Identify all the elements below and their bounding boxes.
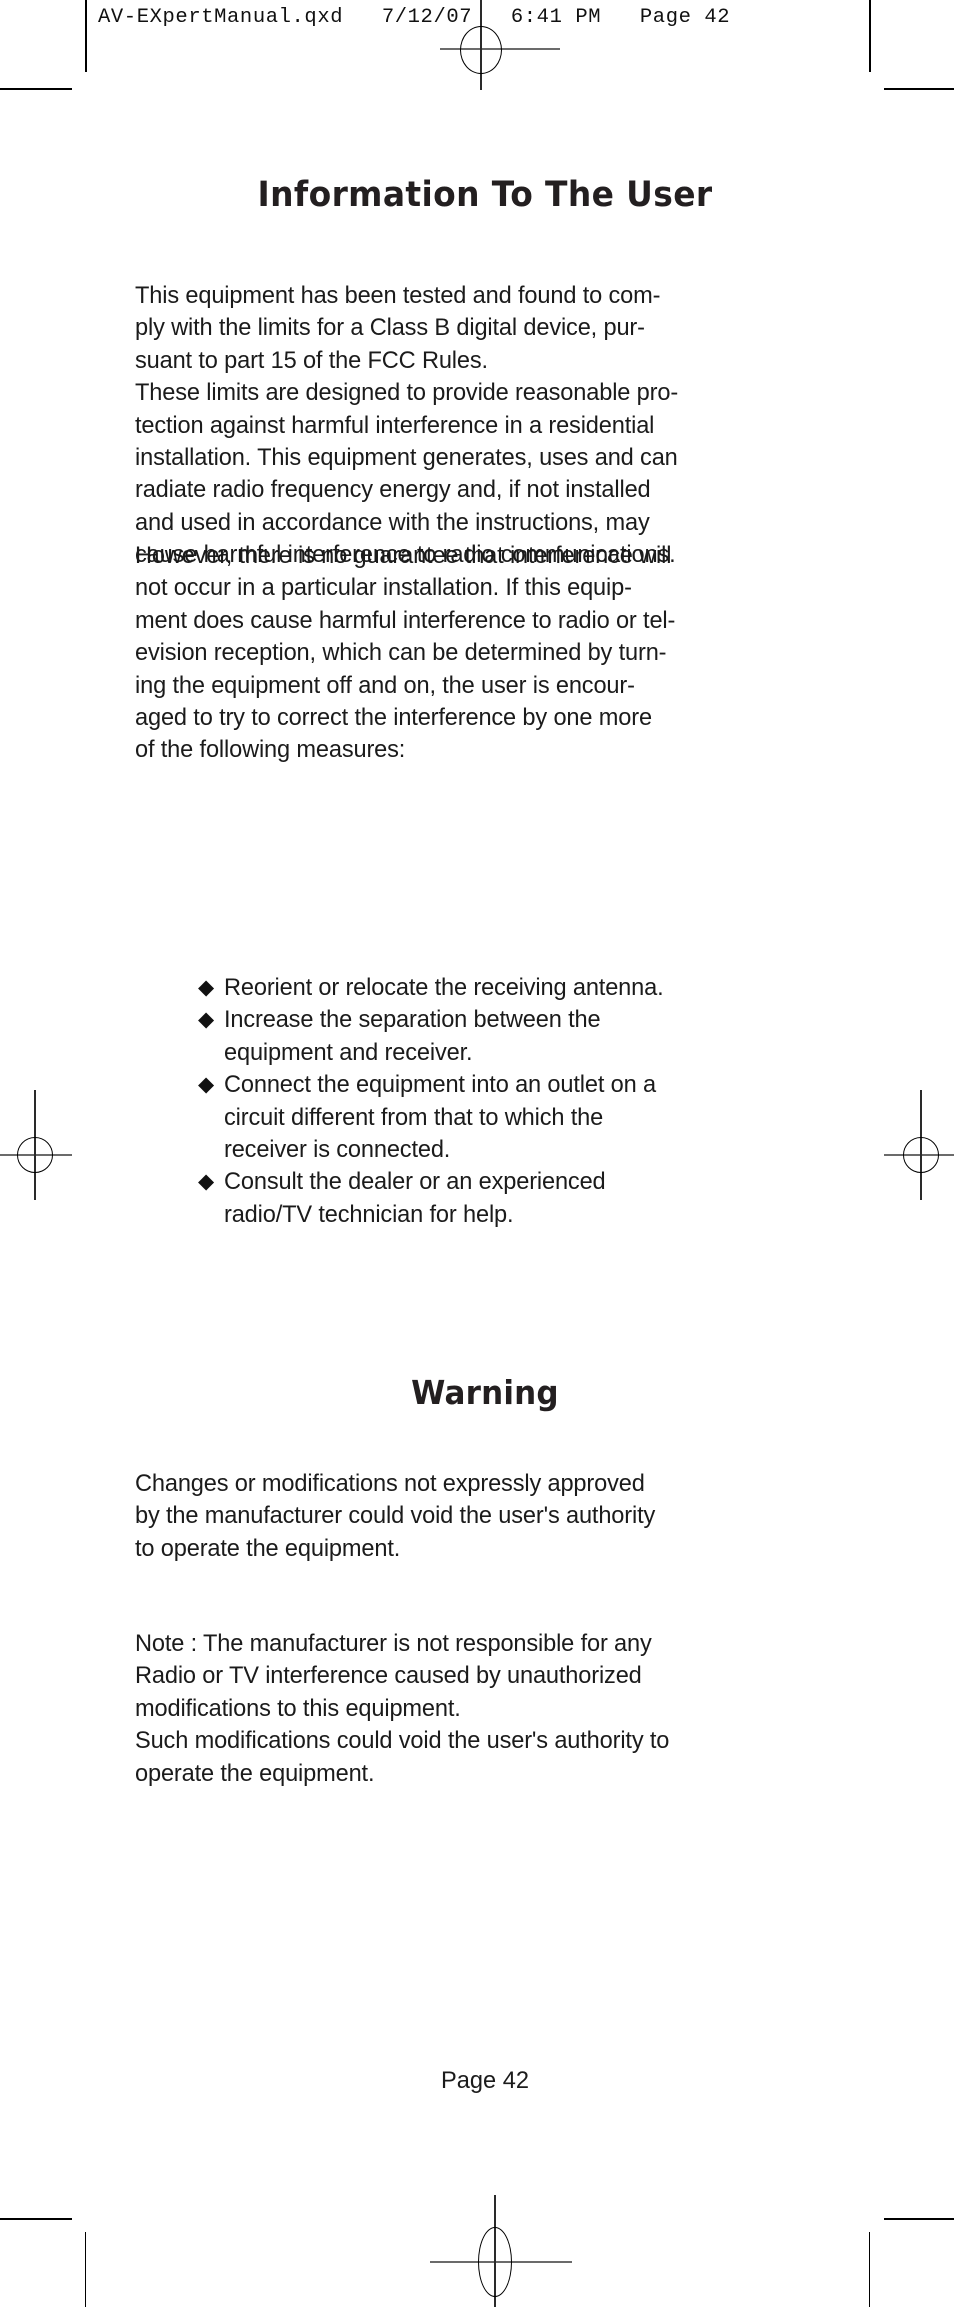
crop-mark-bottom-right-horizontal [884,2218,954,2220]
warning-heading: Warning [411,1373,559,1412]
page-number-footer: Page 42 [441,2068,529,2094]
page-title: Information To The User [257,175,713,215]
list-item-label: Connect the equipment into an outlet on … [224,1072,656,1164]
paragraph-no-guarantee: However, there is no guarantee that inte… [135,543,676,764]
list-item-label: Consult the dealer or an experienced rad… [224,1169,606,1228]
crop-mark-bottom-left-horizontal [0,2218,72,2220]
list-item: ◆ Connect the equipment into an outlet o… [198,1069,838,1166]
diamond-bullet-icon: ◆ [198,976,214,999]
diamond-bullet-icon: ◆ [198,1073,214,1097]
corrective-measures-list: ◆ Reorient or relocate the receiving ant… [198,972,838,1231]
registration-mark-right-icon [870,1090,954,1200]
paragraph-changes-modifications: Changes or modifications not expressly a… [135,1471,656,1562]
list-item-label: Increase the separation between the equi… [224,1007,601,1066]
list-item: ◆ Reorient or relocate the receiving ant… [198,972,838,1004]
list-item-label: Reorient or relocate the receiving anten… [224,975,664,1001]
list-item: ◆ Increase the separation between the eq… [198,1004,838,1069]
registration-mark-left-icon [0,1090,110,1200]
crop-mark-top-left-horizontal [0,88,72,90]
paragraph-fcc-intro: This equipment has been tested and found… [135,283,679,569]
diamond-bullet-icon: ◆ [198,1008,214,1032]
registration-mark-bottom-icon [420,2195,580,2307]
paragraph-note: Note : The manufacturer is not responsib… [135,1631,670,1787]
crop-mark-top-left-vertical [85,0,87,72]
crop-mark-bottom-right-vertical [869,2232,870,2307]
crop-mark-bottom-left-vertical [85,2232,86,2307]
list-item: ◆ Consult the dealer or an experienced r… [198,1166,838,1231]
crop-mark-top-right-vertical [869,0,871,72]
diamond-bullet-icon: ◆ [198,1170,214,1194]
crop-mark-top-right-horizontal [884,88,954,90]
print-header-slug: AV-EXpertManual.qxd 7/12/07 6:41 PM Page… [98,6,731,29]
